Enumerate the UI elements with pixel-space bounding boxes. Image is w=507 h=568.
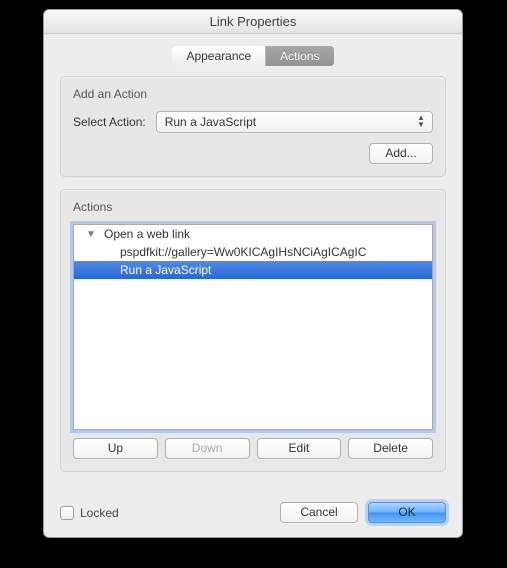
actions-group: Actions ▼ Open a web link pspdfkit://gal…: [60, 189, 446, 472]
tab-actions[interactable]: Actions: [266, 46, 333, 66]
edit-button[interactable]: Edit: [257, 438, 342, 459]
tab-bar: Appearance Actions: [60, 46, 446, 66]
locked-label: Locked: [80, 506, 119, 520]
cancel-button[interactable]: Cancel: [280, 502, 358, 523]
actions-label: Actions: [73, 200, 433, 214]
select-action-dropdown[interactable]: Run a JavaScript ▲▼: [156, 111, 433, 133]
add-button[interactable]: Add...: [369, 143, 433, 164]
list-item[interactable]: ▼ Open a web link: [74, 225, 432, 243]
checkbox-icon: [60, 506, 74, 520]
delete-button[interactable]: Delete: [348, 438, 433, 459]
list-item-label: Run a JavaScript: [120, 263, 211, 277]
locked-checkbox[interactable]: Locked: [60, 506, 119, 520]
list-item-label: Open a web link: [104, 227, 190, 241]
disclosure-triangle-icon[interactable]: ▼: [86, 229, 96, 240]
link-properties-dialog: Link Properties Appearance Actions Add a…: [43, 9, 463, 538]
window-title: Link Properties: [44, 10, 462, 34]
ok-button[interactable]: OK: [368, 502, 446, 523]
down-button[interactable]: Down: [165, 438, 250, 459]
select-action-value: Run a JavaScript: [165, 115, 256, 129]
list-item-label: pspdfkit://gallery=Ww0KICAgIHsNCiAgICAgI…: [120, 245, 366, 259]
add-action-label: Add an Action: [73, 87, 433, 101]
add-action-group: Add an Action Select Action: Run a JavaS…: [60, 76, 446, 177]
up-button[interactable]: Up: [73, 438, 158, 459]
actions-list[interactable]: ▼ Open a web link pspdfkit://gallery=Ww0…: [73, 224, 433, 430]
list-item[interactable]: pspdfkit://gallery=Ww0KICAgIHsNCiAgICAgI…: [74, 243, 432, 261]
tab-appearance[interactable]: Appearance: [172, 46, 266, 66]
list-item-selected[interactable]: Run a JavaScript: [74, 261, 432, 279]
dropdown-arrows-icon: ▲▼: [416, 114, 426, 128]
select-action-label: Select Action:: [73, 115, 146, 129]
